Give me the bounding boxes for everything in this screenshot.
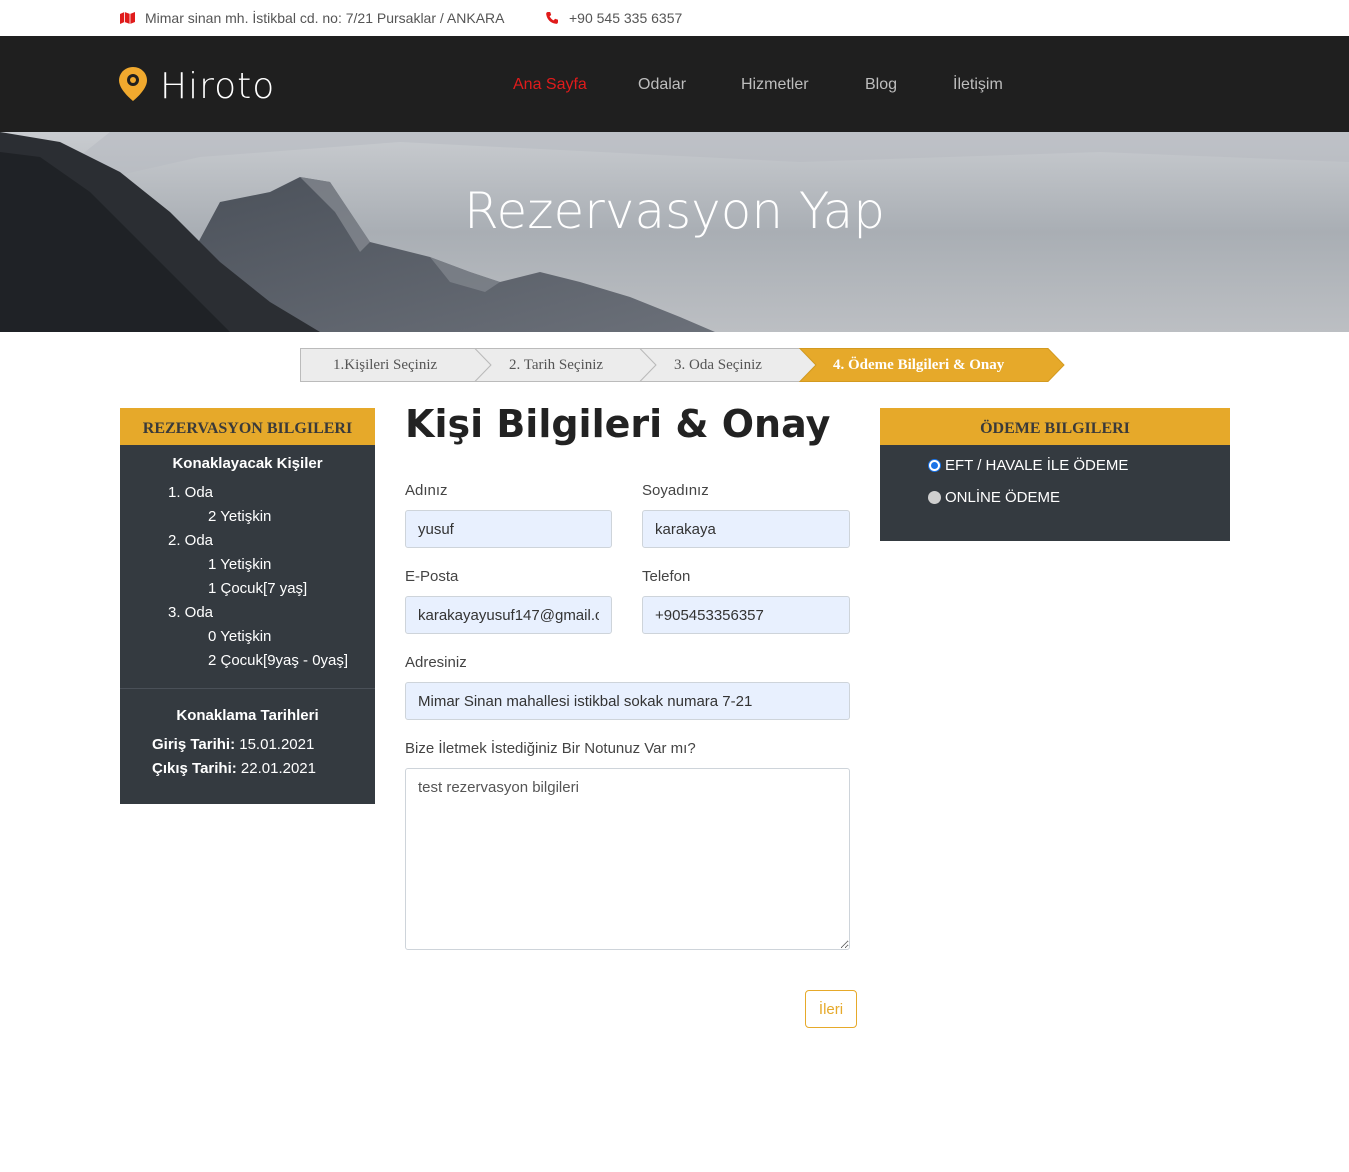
- room-3-name: 3. Oda: [168, 604, 214, 621]
- room-2-line-2: 1 Çocuk[7 yaş]: [208, 580, 308, 597]
- note-textarea[interactable]: test rezervasyon bilgileri: [405, 768, 850, 950]
- first-name-label: Adınız: [405, 482, 448, 499]
- email-input[interactable]: [405, 596, 612, 634]
- checkin-row: Giriş Tarihi: 15.01.2021: [152, 736, 314, 753]
- progress-steps: 1.Kişileri Seçiniz 2. Tarih Seçiniz 3. O…: [300, 348, 1066, 382]
- checkin-value: 15.01.2021: [239, 736, 315, 753]
- payment-option-eft-label: EFT / HAVALE İLE ÖDEME: [945, 457, 1129, 474]
- last-name-label: Soyadınız: [642, 482, 709, 499]
- phone-icon: [545, 11, 559, 25]
- payment-option-eft[interactable]: EFT / HAVALE İLE ÖDEME: [928, 457, 1128, 474]
- room-2-name: 2. Oda: [168, 532, 214, 549]
- last-name-input[interactable]: [642, 510, 850, 548]
- nav-item-contact[interactable]: İletişim: [953, 76, 1003, 94]
- checkout-value: 22.01.2021: [240, 760, 316, 777]
- room-2-line-1: 1 Yetişkin: [208, 556, 272, 573]
- main-navbar: Hiroto Ana Sayfa Odalar Hizmetler Blog İ…: [0, 36, 1349, 132]
- address-info: Mimar sinan mh. İstikbal cd. no: 7/21 Pu…: [120, 10, 504, 26]
- phone-input[interactable]: [642, 596, 850, 634]
- radio-checked-icon[interactable]: [928, 459, 941, 472]
- step-3-label: 3. Oda Seçiniz: [674, 357, 762, 373]
- checkin-label: Giriş Tarihi:: [152, 736, 236, 753]
- room-3-line-2: 2 Çocuk[9yaş - 0yaş]: [208, 652, 349, 669]
- next-button[interactable]: İleri: [805, 990, 857, 1028]
- hero-title: Rezervasyon Yap: [464, 182, 885, 240]
- radio-unchecked-icon[interactable]: [928, 491, 941, 504]
- address-label: Adresiniz: [405, 654, 467, 671]
- reservation-info-header: REZERVASYON BILGILERI: [120, 408, 375, 445]
- brand-logo[interactable]: Hiroto: [118, 66, 275, 107]
- room-1-name: 1. Oda: [168, 484, 214, 501]
- step-1-label: 1.Kişileri Seçiniz: [333, 357, 438, 373]
- address-text: Mimar sinan mh. İstikbal cd. no: 7/21 Pu…: [145, 10, 505, 26]
- nav-item-home[interactable]: Ana Sayfa: [513, 76, 587, 94]
- map-icon: [120, 12, 135, 24]
- nav-item-blog[interactable]: Blog: [865, 76, 897, 94]
- step-4-label: 4. Ödeme Bilgileri & Onay: [833, 357, 1005, 373]
- reservation-info-panel: REZERVASYON BILGILERI Konaklayacak Kişil…: [120, 408, 375, 804]
- top-info-bar: Mimar sinan mh. İstikbal cd. no: 7/21 Pu…: [0, 0, 1349, 36]
- step-2-label: 2. Tarih Seçiniz: [509, 357, 604, 373]
- location-pin-icon: [118, 66, 148, 107]
- room-3-line-1: 0 Yetişkin: [208, 628, 272, 645]
- payment-option-online-label: ONLİNE ÖDEME: [945, 489, 1061, 506]
- nav-item-rooms[interactable]: Odalar: [638, 76, 686, 94]
- checkout-row: Çıkış Tarihi: 22.01.2021: [152, 760, 316, 777]
- email-label: E-Posta: [405, 568, 459, 585]
- room-1-line-1: 2 Yetişkin: [208, 508, 272, 525]
- first-name-input[interactable]: [405, 510, 612, 548]
- payment-info-panel: ÖDEME BILGILERI EFT / HAVALE İLE ÖDEME O…: [880, 408, 1230, 541]
- form-title: Kişi Bilgileri & Onay: [405, 402, 831, 446]
- address-input[interactable]: [405, 682, 850, 720]
- phone-text: +90 545 335 6357: [569, 10, 683, 26]
- note-label: Bize İletmek İstediğiniz Bir Notunuz Var…: [405, 740, 696, 757]
- dates-title: Konaklama Tarihleri: [176, 707, 319, 724]
- hero-banner: Rezervasyon Yap: [0, 132, 1349, 332]
- phone-label: Telefon: [642, 568, 691, 585]
- guests-title: Konaklayacak Kişiler: [172, 455, 323, 472]
- phone-info: +90 545 335 6357: [545, 10, 682, 26]
- payment-info-header: ÖDEME BILGILERI: [880, 408, 1230, 445]
- panel-divider: [120, 688, 375, 689]
- nav-item-services[interactable]: Hizmetler: [741, 76, 809, 94]
- payment-option-online[interactable]: ONLİNE ÖDEME: [928, 489, 1060, 506]
- checkout-label: Çıkış Tarihi:: [152, 760, 237, 777]
- brand-name: Hiroto: [160, 65, 276, 107]
